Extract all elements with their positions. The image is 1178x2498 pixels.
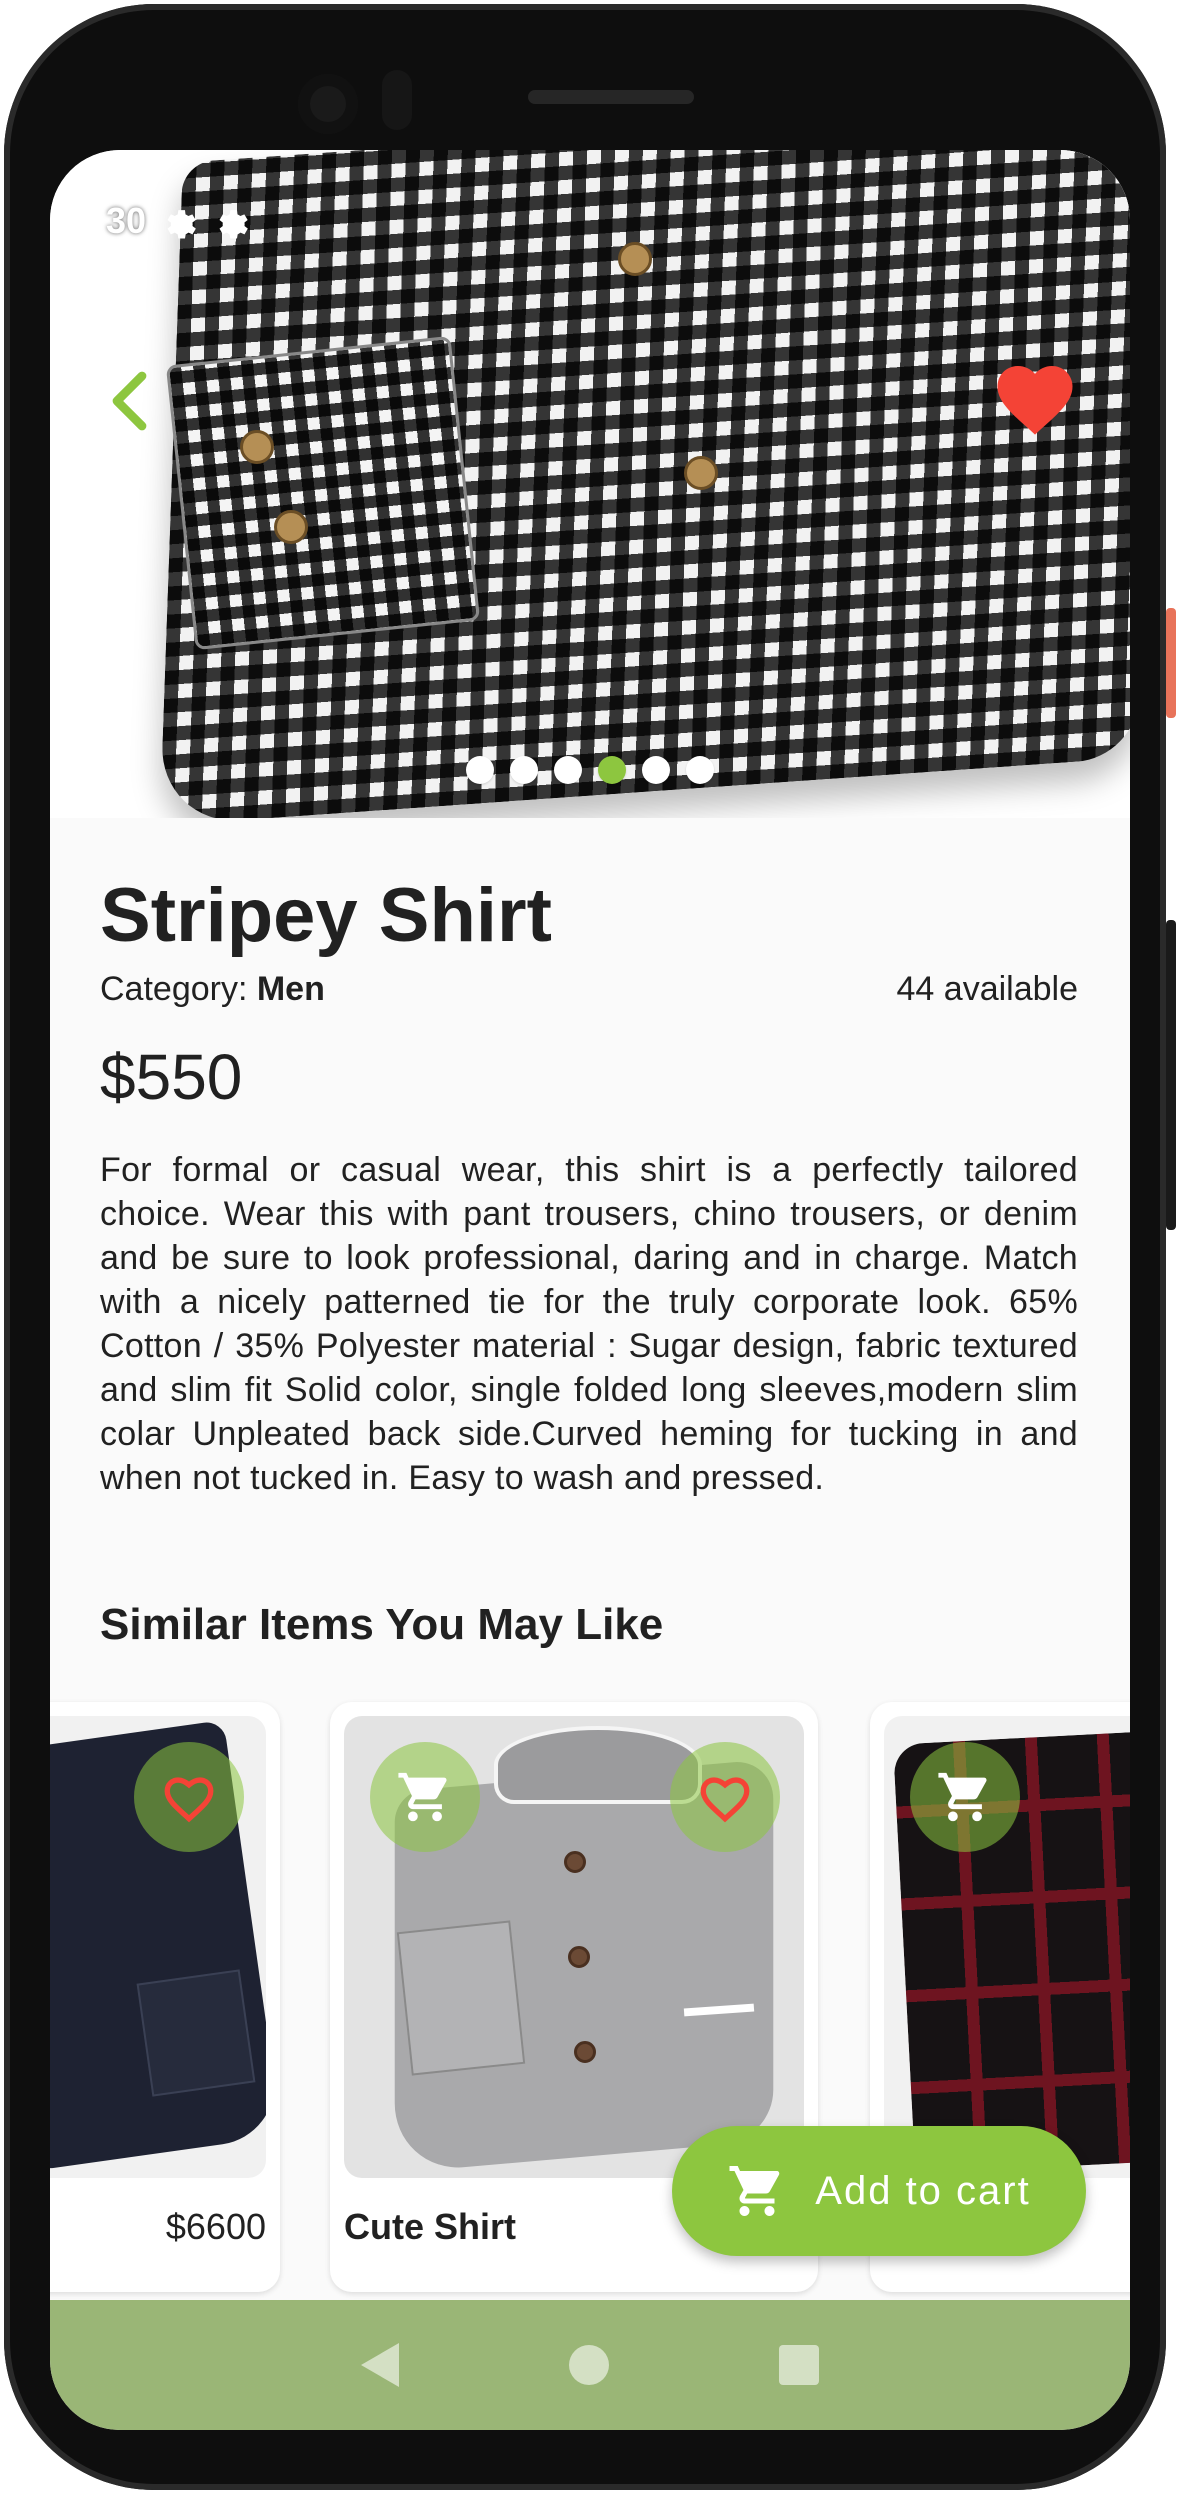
carousel-dot[interactable]	[598, 756, 626, 784]
power-button[interactable]	[1166, 608, 1176, 718]
add-to-cart-button[interactable]	[910, 1742, 1020, 1852]
product-category: Category: Men	[100, 970, 325, 1009]
carousel-dot[interactable]	[466, 756, 494, 784]
shirt-button	[574, 2041, 596, 2063]
shirt-button	[240, 430, 274, 464]
product-price: $550	[100, 1041, 243, 1113]
carousel-indicator	[466, 756, 714, 784]
system-navigation-bar	[50, 2300, 1130, 2430]
phone-frame: 30 Stripey Shirt Category: Men 44 availa…	[4, 4, 1166, 2490]
shirt-button	[618, 242, 652, 276]
nav-recents-icon[interactable]	[779, 2345, 819, 2385]
category-value: Men	[256, 970, 325, 1008]
heart-outline-icon	[164, 1777, 214, 1823]
favorite-button[interactable]	[670, 1742, 780, 1852]
front-camera	[298, 74, 358, 134]
product-image-cuff	[165, 335, 481, 651]
nav-back-icon[interactable]	[361, 2343, 399, 2387]
carousel-dot[interactable]	[642, 756, 670, 784]
app-screen: 30 Stripey Shirt Category: Men 44 availa…	[50, 150, 1130, 2430]
product-image-carousel[interactable]: 30	[50, 150, 1130, 818]
similar-item-price: $6600	[165, 2206, 266, 2247]
cart-icon	[729, 2166, 780, 2216]
gear-icon	[219, 210, 248, 239]
add-to-cart-button[interactable]	[370, 1742, 480, 1852]
shirt-button	[274, 510, 308, 544]
cart-icon	[398, 1772, 447, 1822]
similar-items-heading: Similar Items You May Like	[100, 1600, 664, 1649]
nav-home-icon[interactable]	[569, 2345, 609, 2385]
similar-item-card[interactable]: $6600	[50, 1702, 280, 2292]
carousel-dot[interactable]	[686, 756, 714, 784]
product-title: Stripey Shirt	[100, 873, 552, 958]
add-to-cart-label: Add to cart	[815, 2168, 1031, 2213]
back-arrow-icon[interactable]	[102, 366, 162, 436]
cart-icon	[938, 1772, 987, 1822]
add-to-cart-fab[interactable]: Add to cart	[672, 2126, 1086, 2256]
shirt-button	[564, 1851, 586, 1873]
shirt-button	[568, 1946, 590, 1968]
favorite-button[interactable]	[134, 1742, 244, 1852]
similar-item-name: Cute Shirt	[344, 2206, 517, 2247]
carousel-dot[interactable]	[554, 756, 582, 784]
heart-outline-icon	[700, 1777, 750, 1823]
earpiece-speaker	[528, 90, 694, 104]
proximity-sensor	[382, 70, 412, 130]
carousel-dot[interactable]	[510, 756, 538, 784]
gear-icon	[167, 210, 196, 239]
volume-button[interactable]	[1166, 920, 1176, 1230]
status-bar: 30	[106, 200, 250, 242]
status-time: 30	[106, 200, 147, 241]
heart-icon[interactable]	[990, 354, 1080, 438]
product-description: For formal or casual wear, this shirt is…	[100, 1151, 1078, 1497]
stock-availability: 44 available	[896, 970, 1078, 1008]
shirt-button	[684, 456, 718, 490]
category-label: Category:	[100, 970, 257, 1008]
